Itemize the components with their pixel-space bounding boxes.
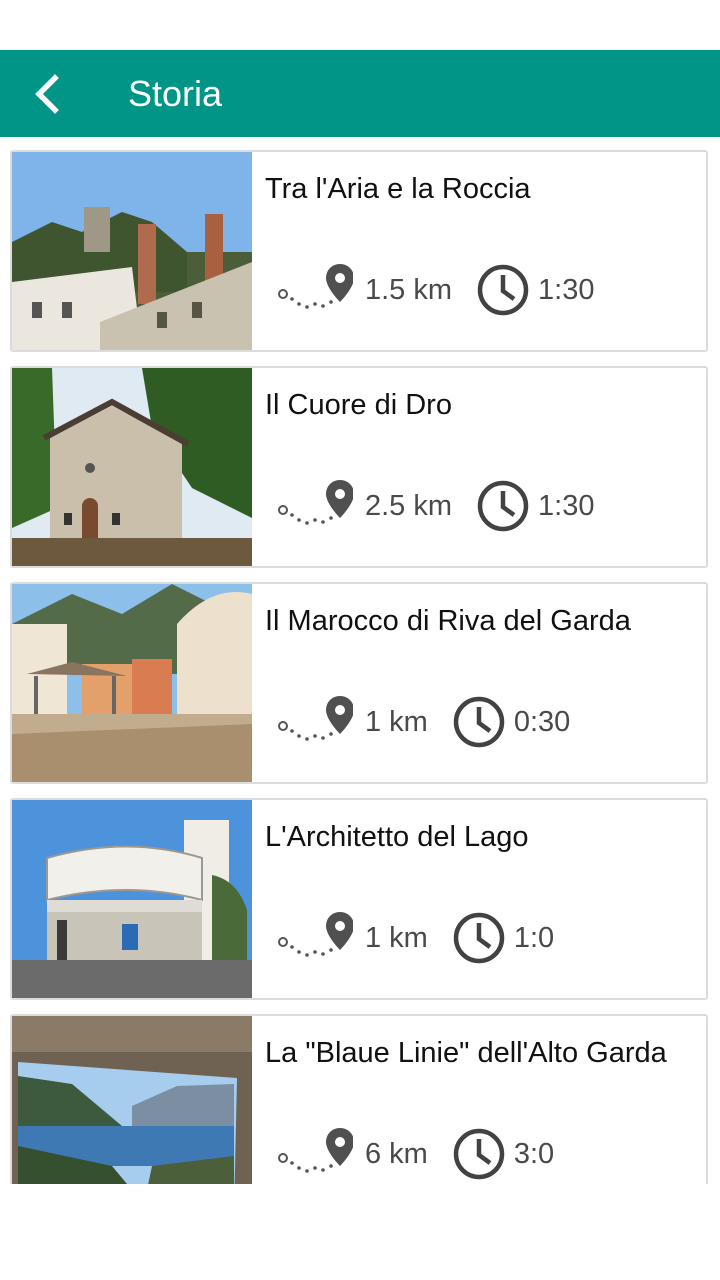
clock-icon [477,264,529,316]
chevron-left-icon [35,74,59,114]
route-distance: 6 km [365,1137,428,1170]
route-duration: 1:30 [538,273,595,306]
status-bar [0,0,720,50]
route-title: Tra l'Aria e la Roccia [265,173,531,205]
route-meta: 1.5 km 1:30 [275,260,594,320]
clock-icon [453,1128,505,1180]
back-button[interactable] [22,70,70,118]
route-distance: 2.5 km [365,489,453,522]
route-card[interactable]: L'Architetto del Lago 1 km 1:0 [10,798,708,1000]
app-bar: Storia [0,50,720,137]
route-duration: 0:30 [513,705,571,738]
route-card[interactable]: Il Cuore di Dro 2.5 km 1:30 [10,366,708,568]
route-thumbnail [12,1016,252,1184]
route-duration: 1:30 [538,489,595,522]
route-title: La "Blaue Linie" dell'Alto Garda [265,1037,667,1069]
route-meta: 6 km 3:0 [275,1124,554,1184]
route-list: Tra l'Aria e la Roccia 1.5 km 1:30 Il Cu… [0,137,720,1184]
route-card[interactable]: La "Blaue Linie" dell'Alto Garda 6 km 3:… [10,1014,708,1184]
route-card[interactable]: Il Marocco di Riva del Garda 1 km 0:30 [10,582,708,784]
route-pin-icon [278,264,353,309]
route-meta: 1 km 1:0 [275,908,554,968]
route-thumbnail [12,584,252,782]
clock-icon [453,696,505,748]
route-duration: 1:0 [513,921,555,954]
route-meta: 1 km 0:30 [275,692,570,752]
route-distance: 1.5 km [365,273,453,306]
route-thumbnail [12,800,252,998]
route-pin-icon [278,1128,353,1173]
route-title: Il Marocco di Riva del Garda [265,605,631,637]
route-pin-icon [278,696,353,741]
clock-icon [453,912,505,964]
route-pin-icon [278,480,353,525]
route-title: L'Architetto del Lago [265,821,529,853]
clock-icon [477,480,529,532]
route-card[interactable]: Tra l'Aria e la Roccia 1.5 km 1:30 [10,150,708,352]
route-thumbnail [12,152,252,350]
route-duration: 3:0 [513,1137,555,1170]
route-title: Il Cuore di Dro [265,389,452,421]
route-pin-icon [278,912,353,957]
page-title: Storia [128,73,223,114]
route-thumbnail [12,368,252,566]
route-distance: 1 km [365,705,428,738]
route-distance: 1 km [365,921,428,954]
route-meta: 2.5 km 1:30 [275,476,594,536]
